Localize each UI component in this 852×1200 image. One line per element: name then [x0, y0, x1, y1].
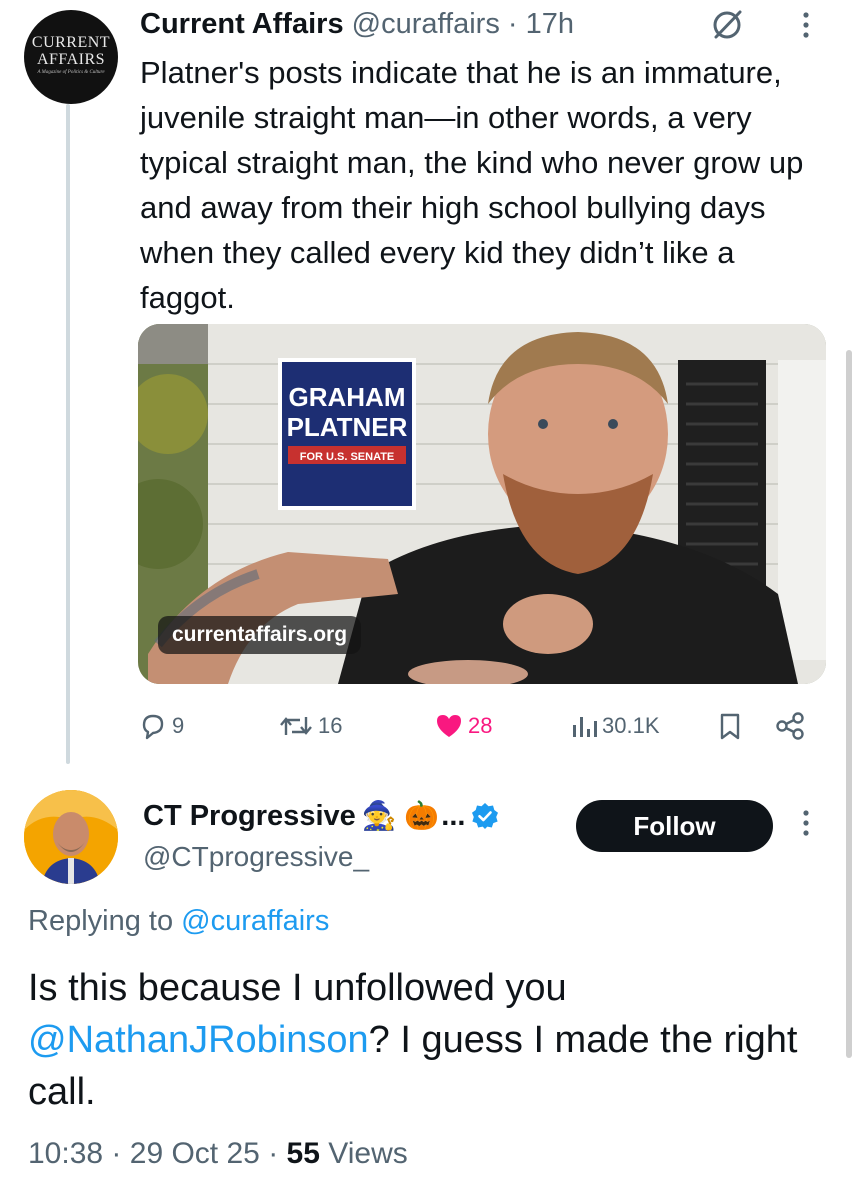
avatar-text-line: CURRENT — [31, 34, 111, 51]
tweet-text: Platner's posts indicate that he is an i… — [140, 55, 804, 315]
bookmark-icon — [720, 713, 740, 740]
repost-icon — [280, 717, 312, 735]
separator: · — [111, 1137, 122, 1170]
heart-icon — [437, 715, 461, 737]
views-count: 30.1K — [602, 713, 660, 738]
more-icon[interactable] — [798, 806, 814, 840]
like-button[interactable]: 28 — [434, 708, 492, 744]
sign-line: GRAHAM — [289, 382, 406, 412]
follow-button[interactable]: Follow — [576, 800, 773, 852]
avatar-text-line: A Magazine of Politics & Culture — [37, 70, 105, 75]
repost-count: 16 — [318, 713, 343, 738]
reply-count: 9 — [172, 713, 185, 738]
bookmark-button[interactable] — [716, 708, 744, 744]
replying-handle-link[interactable]: @curaffairs — [181, 905, 329, 937]
replying-to: Replying to @curaffairs — [28, 900, 329, 942]
avatar[interactable] — [24, 790, 118, 884]
repost-button[interactable]: 16 — [278, 708, 342, 744]
sign-line: PLATNER — [287, 412, 408, 442]
views-button[interactable]: 30.1K — [570, 708, 660, 744]
separator: · — [268, 1137, 279, 1170]
reply-date[interactable]: 29 Oct 25 — [130, 1137, 260, 1170]
scrollbar[interactable] — [846, 350, 852, 1058]
thread-line — [66, 104, 70, 764]
reply-views-count: 55 — [286, 1137, 320, 1170]
reply-meta: 10:38 · 29 Oct 25 · 55 Views — [28, 1134, 408, 1174]
reply-text-start: Is this because I unfollowed you — [28, 967, 567, 1009]
reply-author-name: CT Progressive — [143, 800, 356, 832]
profile-emojis: 🧙 🎃 — [361, 800, 440, 831]
share-button[interactable] — [774, 708, 806, 744]
tweet-header: Current Affairs @curaffairs · 17h — [140, 6, 574, 42]
link-card-label[interactable]: currentaffairs.org — [158, 616, 362, 654]
reply-icon — [142, 714, 164, 740]
avatar[interactable]: CURRENT AFFAIRS A Magazine of Politics &… — [24, 10, 118, 104]
reply-author-name-row[interactable]: CT Progressive 🧙 🎃 ... — [143, 796, 499, 836]
replying-prefix: Replying to — [28, 905, 174, 937]
avatar-text-line: AFFAIRS — [36, 51, 106, 68]
views-icon — [573, 717, 597, 737]
reply-time[interactable]: 10:38 — [28, 1137, 103, 1170]
verified-badge-icon — [472, 803, 499, 829]
reply-views-label: Views — [328, 1137, 408, 1170]
sign-line: FOR U.S. SENATE — [300, 451, 395, 463]
reply-button[interactable]: 9 — [138, 708, 184, 744]
like-count: 28 — [468, 713, 493, 738]
tweet-media[interactable]: GRAHAM PLATNER FOR U.S. SENATE currentaf… — [138, 324, 826, 684]
more-icon[interactable] — [798, 8, 814, 42]
mention-link[interactable]: @NathanJRobinson — [28, 1019, 369, 1061]
reply-text: Is this because I unfollowed you @Nathan… — [28, 962, 828, 1118]
share-icon — [776, 712, 804, 740]
tweet-time[interactable]: 17h — [526, 8, 574, 40]
name-ellipsis: ... — [441, 800, 466, 832]
grok-icon[interactable] — [710, 8, 744, 42]
author-handle[interactable]: @curaffairs — [352, 8, 500, 40]
author-name[interactable]: Current Affairs — [140, 8, 344, 40]
reply-author-handle[interactable]: @CTprogressive_ — [143, 838, 369, 876]
separator: · — [507, 8, 518, 40]
